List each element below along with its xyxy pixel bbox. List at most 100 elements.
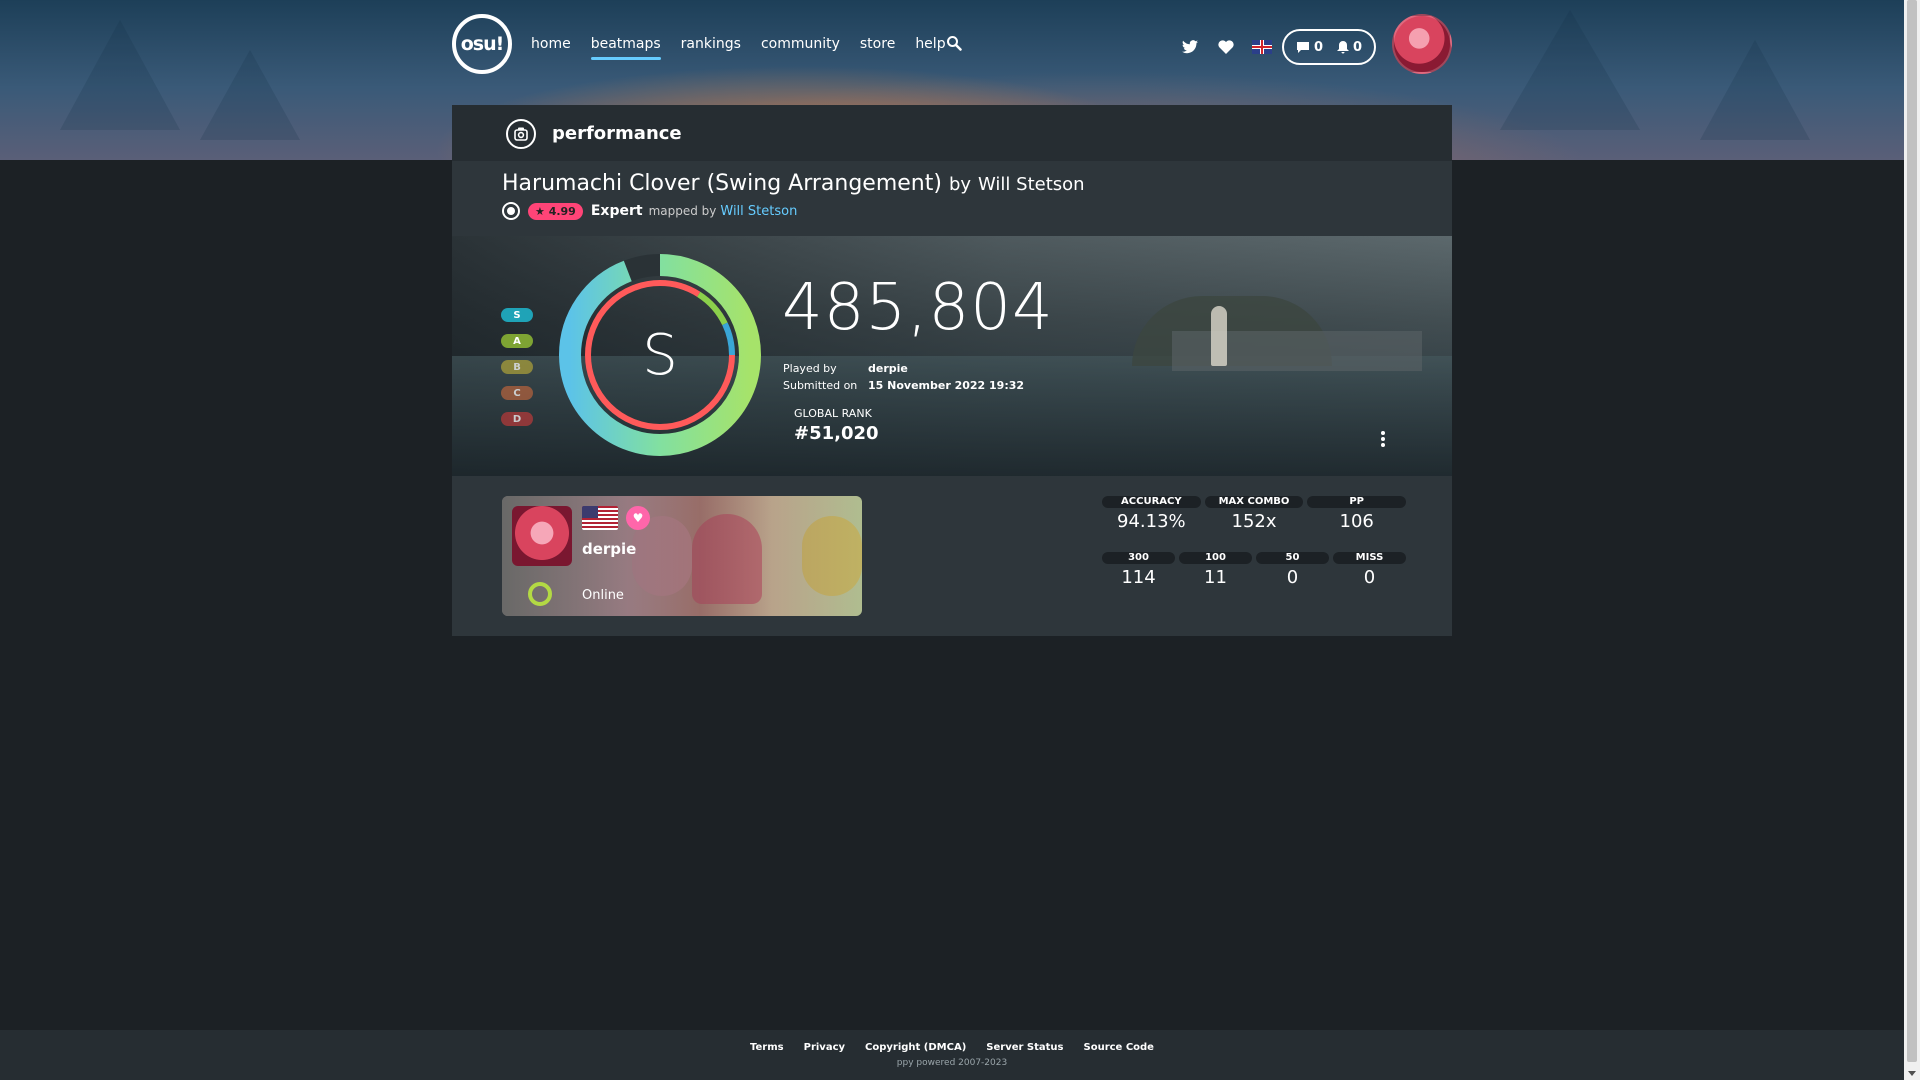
stat-value: 106 [1339, 511, 1374, 532]
grade-d: D [501, 412, 533, 426]
notifications-button[interactable]: 0 [1337, 40, 1362, 55]
user-card-status: Online [582, 588, 624, 603]
beatmap-info: Harumachi Clover (Swing Arrangement) by … [452, 161, 1452, 236]
stat-value: 152x [1231, 511, 1277, 532]
grade-c: C [501, 386, 533, 400]
score-meta: Played by derpie Submitted on 15 Novembe… [783, 360, 1024, 394]
mapper-link[interactable]: Will Stetson [720, 204, 797, 219]
played-by-label: Played by [783, 362, 837, 375]
beatmap-artist: Will Stetson [978, 174, 1085, 195]
grade-list: S A B C D [501, 308, 533, 438]
stat-row-top: ACCURACY 94.13% MAX COMBO 152x PP 106 [1102, 496, 1407, 532]
footer-copyright: ppy powered 2007-2023 [896, 1058, 1008, 1068]
page-header: performance [452, 105, 1452, 161]
online-status-icon [528, 582, 552, 606]
grade-b: B [501, 360, 533, 374]
background-pier [1172, 331, 1422, 371]
notification-count: 0 [1353, 39, 1363, 55]
user-avatar[interactable] [1392, 14, 1452, 74]
footer-links: Terms Privacy Copyright (DMCA) Server St… [0, 1042, 1904, 1053]
score-panel: performance Harumachi Clover (Swing Arra… [452, 105, 1452, 636]
footer-source-code[interactable]: Source Code [1084, 1042, 1154, 1053]
player-name-link[interactable]: derpie [868, 360, 908, 377]
stat-pp: PP 106 [1307, 496, 1407, 532]
footer-privacy[interactable]: Privacy [804, 1042, 845, 1053]
chat-count: 0 [1314, 39, 1324, 55]
global-rank-label: GLOBAL RANK [794, 407, 872, 420]
score-summary: S A B C D S 485,804 Played by derpie Sub… [452, 236, 1452, 476]
scroll-down-arrow-icon[interactable] [1908, 1071, 1916, 1076]
stat-value: 94.13% [1117, 511, 1186, 532]
heart-icon[interactable] [1216, 37, 1236, 57]
score-stats: ACCURACY 94.13% MAX COMBO 152x PP 106 30… [1102, 496, 1407, 608]
stat-label: MISS [1333, 552, 1406, 564]
stat-label: 300 [1102, 552, 1175, 564]
us-flag-icon[interactable] [582, 506, 618, 530]
nav-links: home beatmaps rankings community store h… [531, 36, 966, 60]
stat-accuracy: ACCURACY 94.13% [1102, 496, 1201, 532]
bell-icon [1337, 40, 1350, 53]
stat-label: ACCURACY [1102, 496, 1201, 508]
total-score: 485,804 [782, 271, 1054, 345]
twitter-icon[interactable] [1180, 37, 1200, 57]
search-icon[interactable] [946, 35, 962, 51]
osu-logo[interactable]: osu! [452, 14, 512, 74]
stat-value: 0 [1286, 567, 1299, 588]
global-rank-value: #51,020 [794, 423, 879, 444]
stat-miss: MISS 0 [1333, 552, 1406, 588]
background-figure [1211, 306, 1227, 366]
stat-50: 50 0 [1256, 552, 1329, 588]
page-title: performance [552, 122, 682, 144]
rank-letter: S [642, 322, 678, 388]
submitted-date: 15 November 2022 19:32 [868, 379, 1025, 392]
footer-terms[interactable]: Terms [750, 1042, 784, 1053]
user-card-avatar[interactable] [512, 506, 572, 566]
star-rating-badge: ★ 4.99 [528, 202, 583, 220]
beatmap-title-line: Harumachi Clover (Swing Arrangement) by … [502, 171, 1452, 196]
stat-100: 100 11 [1179, 552, 1252, 588]
nav-help[interactable]: help [915, 36, 945, 52]
stat-value: 11 [1204, 567, 1227, 588]
footer-server-status[interactable]: Server Status [986, 1042, 1063, 1053]
top-nav: osu! home beatmaps rankings community st… [452, 14, 1452, 76]
beatmap-title[interactable]: Harumachi Clover (Swing Arrangement) [502, 171, 942, 196]
global-rank: GLOBAL RANK #51,020 [794, 407, 879, 444]
uk-flag-icon[interactable] [1252, 40, 1272, 54]
stat-value: 0 [1363, 567, 1376, 588]
nav-home[interactable]: home [531, 36, 571, 52]
grade-s: S [501, 308, 533, 322]
scrollbar[interactable] [1904, 0, 1920, 1080]
submitted-label: Submitted on [783, 379, 858, 392]
nav-store[interactable]: store [860, 36, 895, 52]
stat-label: 100 [1179, 552, 1252, 564]
stat-value: 114 [1121, 567, 1156, 588]
stat-label: 50 [1256, 552, 1329, 564]
nav-rankings[interactable]: rankings [681, 36, 741, 52]
stat-300: 300 114 [1102, 552, 1175, 588]
nav-right: 0 0 [1180, 29, 1377, 65]
scrollbar-thumb[interactable] [1907, 0, 1917, 1062]
score-details: ♥ derpie Online ACCURACY 94.13% MAX COMB… [452, 476, 1452, 636]
supporter-heart-icon[interactable]: ♥ [626, 506, 650, 530]
beatmap-by-label: by [948, 174, 972, 195]
stat-label: PP [1307, 496, 1407, 508]
difficulty-name: Expert [590, 203, 643, 219]
chat-icon [1297, 41, 1309, 53]
nav-beatmaps[interactable]: beatmaps [590, 36, 661, 60]
osu-mode-icon [502, 202, 520, 220]
beatmap-difficulty-line: ★ 4.99 Expert mapped by Will Stetson [502, 202, 1452, 220]
stat-max-combo: MAX COMBO 152x [1204, 496, 1304, 532]
mapped-by-label: mapped by [648, 204, 717, 218]
footer: Terms Privacy Copyright (DMCA) Server St… [0, 1030, 1904, 1080]
stat-label: MAX COMBO [1204, 496, 1304, 508]
performance-icon [506, 119, 536, 149]
stat-row-bottom: 300 114 100 11 50 0 MISS 0 [1102, 552, 1406, 588]
user-card-name[interactable]: derpie [582, 540, 636, 558]
user-card[interactable]: ♥ derpie Online [502, 496, 862, 616]
nav-community[interactable]: community [761, 36, 840, 52]
notification-pill[interactable]: 0 0 [1282, 29, 1377, 65]
grade-a: A [501, 334, 533, 348]
more-options-icon[interactable] [1380, 431, 1386, 447]
chat-button[interactable]: 0 [1296, 40, 1323, 55]
footer-copyright-dmca[interactable]: Copyright (DMCA) [865, 1042, 966, 1053]
